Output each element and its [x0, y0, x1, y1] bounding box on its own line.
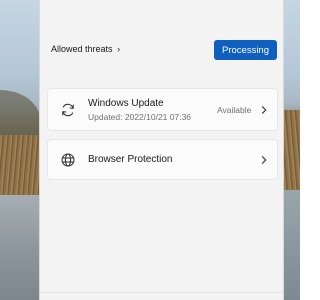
chevron-right-icon: ›: [117, 44, 121, 54]
security-panel: Allowed threats › Processing Windows Upd…: [39, 0, 284, 300]
processing-button[interactable]: Processing: [214, 40, 277, 60]
windows-update-card[interactable]: Windows Update Updated: 2022/10/21 07:36…: [47, 88, 278, 131]
threats-row: Allowed threats › Processing: [50, 38, 278, 62]
globe-icon: [61, 153, 75, 167]
allowed-threats-link[interactable]: Allowed threats ›: [51, 44, 120, 54]
windows-update-title: Windows Update: [88, 98, 164, 109]
chevron-right-icon: [261, 106, 267, 114]
chevron-right-icon: [261, 156, 267, 164]
divider: [40, 292, 283, 293]
wallpaper-grass-left: [0, 135, 40, 195]
browser-protection-card[interactable]: Browser Protection: [47, 139, 278, 180]
sync-icon: [62, 103, 74, 117]
wallpaper-water-left: [0, 195, 40, 300]
wallpaper-water-right: [284, 190, 300, 300]
windows-update-timestamp: Updated: 2022/10/21 07:36: [88, 112, 192, 122]
wallpaper-grass-right: [284, 110, 300, 190]
browser-protection-title: Browser Protection: [88, 154, 173, 165]
allowed-threats-label: Allowed threats: [51, 44, 113, 54]
windows-update-status: Available: [217, 105, 252, 115]
